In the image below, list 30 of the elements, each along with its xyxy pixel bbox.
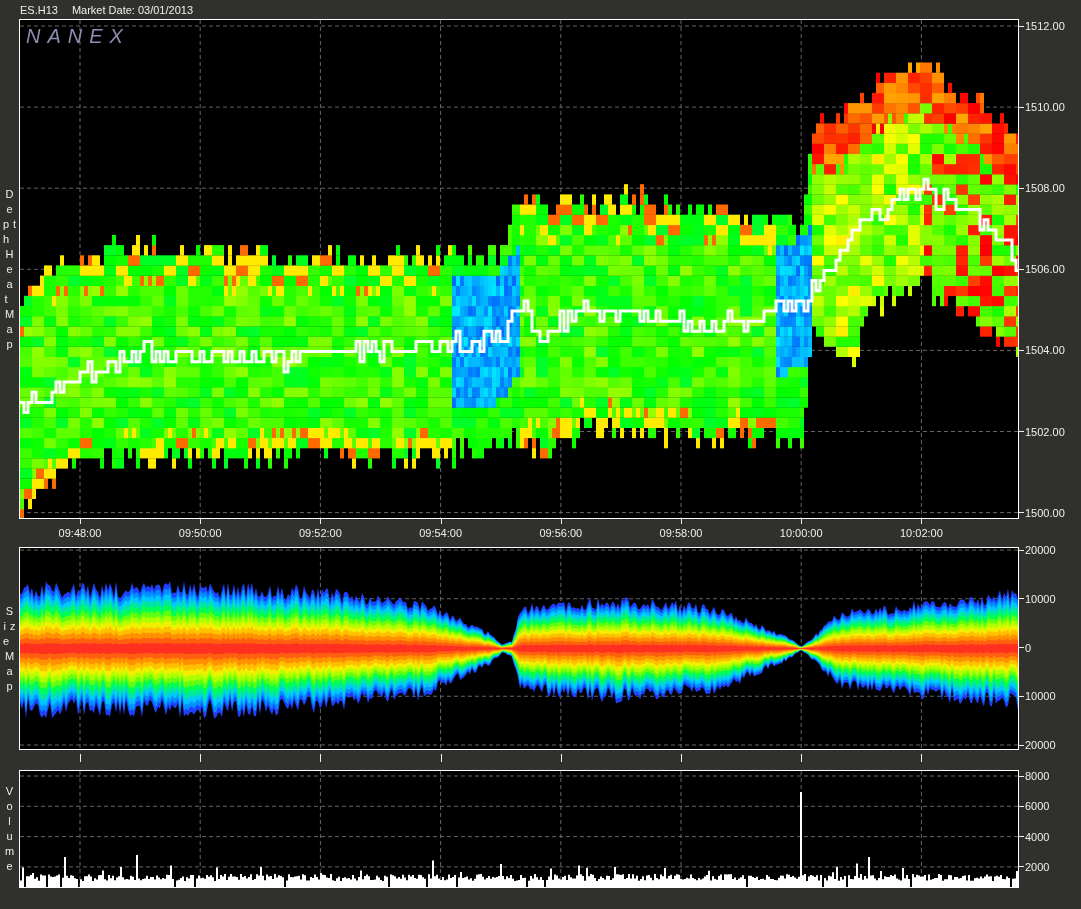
axis-label: 20000 xyxy=(1025,739,1056,751)
time-label: 09:50:00 xyxy=(178,527,222,539)
axis-label: 1508.00 xyxy=(1025,182,1065,195)
panel-label: Volume xyxy=(3,784,19,874)
panel-label: Depth Heat Map xyxy=(1,186,21,352)
axis-label: 2000 xyxy=(1025,860,1050,873)
time-label: 10:02:00 xyxy=(900,527,943,539)
axis-label: 1512.00 xyxy=(1025,20,1065,32)
time-label: 09:48:00 xyxy=(58,527,102,539)
time-label: 09:58:00 xyxy=(659,527,703,539)
time-label: 10:00:00 xyxy=(779,527,823,539)
time-label: 09:56:00 xyxy=(539,527,583,539)
symbol-label: ES.H13 xyxy=(20,3,58,16)
axis-label: 1510.00 xyxy=(1025,101,1065,114)
logo: NANEX xyxy=(26,25,130,48)
axis-label: 20000 xyxy=(1025,544,1056,556)
panel-label: Size Map xyxy=(1,603,21,694)
axis-label: 1504.00 xyxy=(1025,344,1065,357)
axis-label: 6000 xyxy=(1025,800,1050,813)
time-label: 09:52:00 xyxy=(299,527,342,539)
axis-label: 0 xyxy=(1025,641,1032,654)
axis-label: 1506.00 xyxy=(1025,263,1065,276)
axis-label: 10000 xyxy=(1025,592,1056,605)
axis-label: 1502.00 xyxy=(1025,425,1065,438)
axis-label: 4000 xyxy=(1025,830,1050,843)
time-label: 09:54:00 xyxy=(419,527,462,539)
axis-label: 1500.00 xyxy=(1025,506,1065,519)
axis-label: 10000 xyxy=(1025,690,1056,703)
market-date-label: Market Date: 03/01/2013 xyxy=(71,3,193,16)
axis-label: 8000 xyxy=(1025,770,1050,782)
